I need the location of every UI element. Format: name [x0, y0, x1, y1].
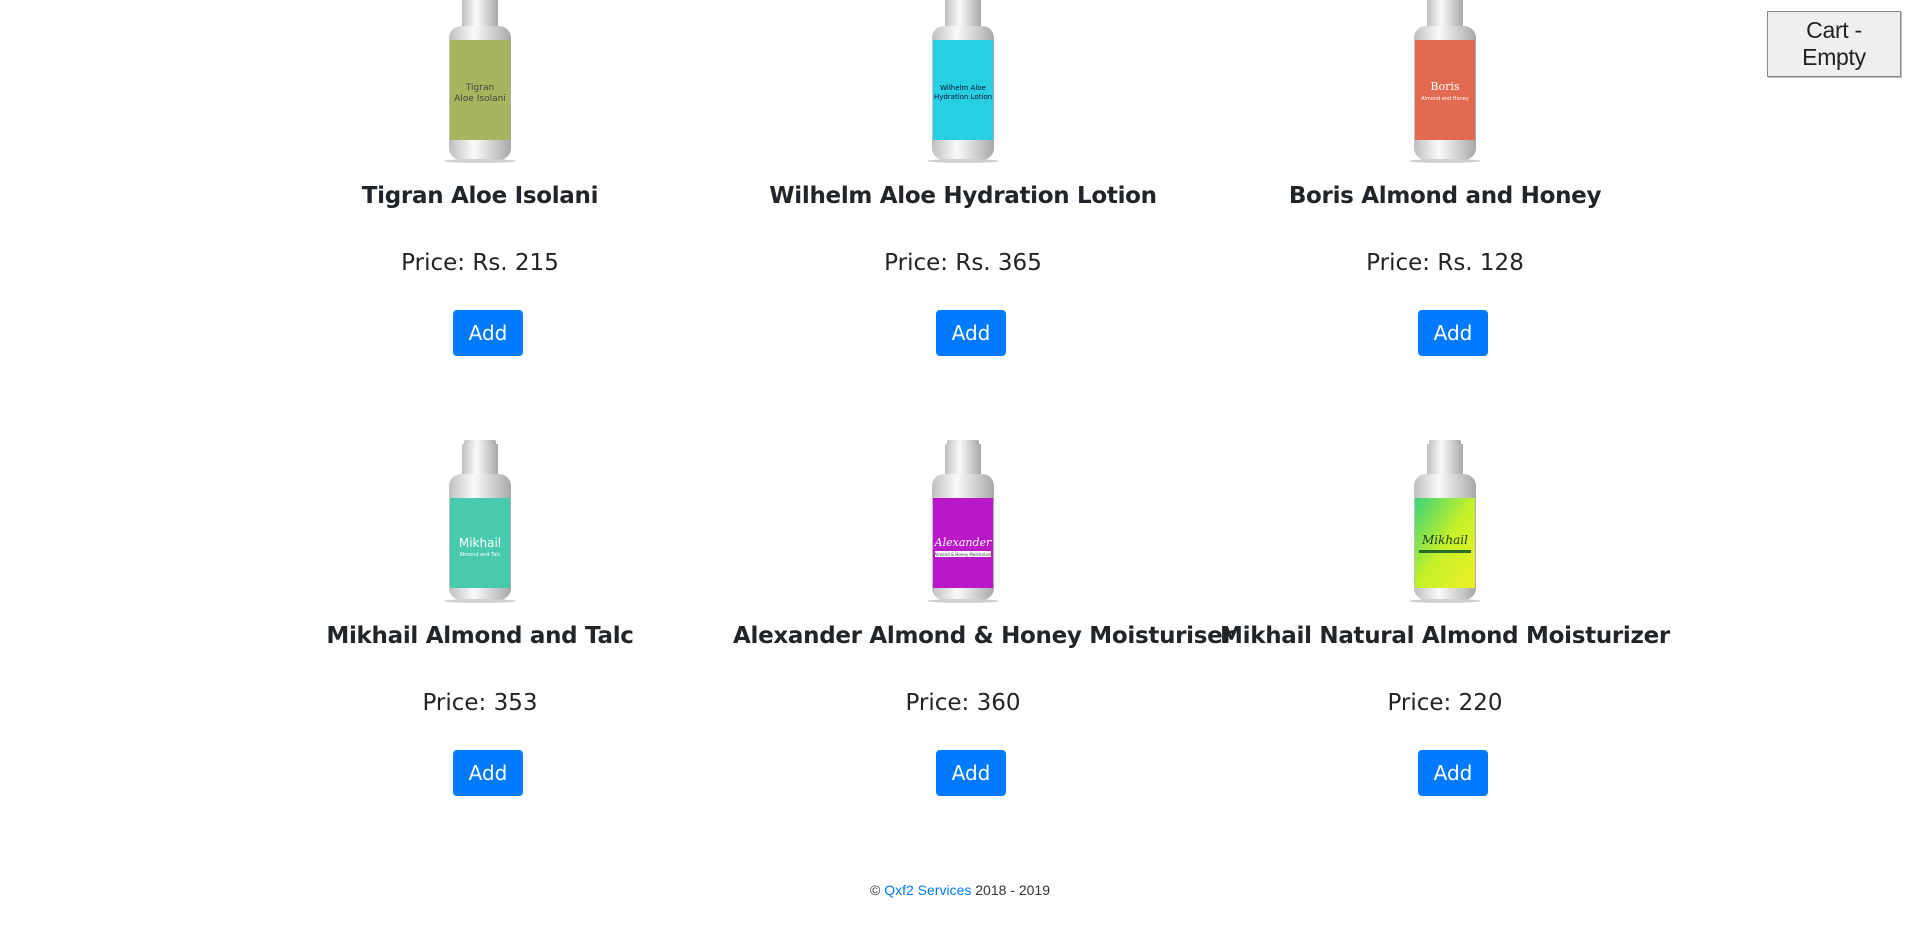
product-name: Wilhelm Aloe Hydration Lotion: [769, 183, 1157, 209]
product-name: Mikhail Almond and Talc: [326, 623, 634, 649]
product-image[interactable]: Boris Almond and Honey: [1405, 0, 1485, 164]
svg-text:Mikhail: Mikhail: [1421, 533, 1468, 547]
company-link[interactable]: Qxf2 Services: [884, 882, 971, 898]
footer: © Qxf2 Services 2018 - 2019: [0, 882, 1920, 898]
svg-text:Almond & Honey Moisturiser: Almond & Honey Moisturiser: [934, 552, 992, 557]
copyright-years: 2018 - 2019: [975, 882, 1050, 898]
svg-text:Almond and Talc: Almond and Talc: [459, 552, 500, 558]
product-image[interactable]: Tigran Aloe Isolani: [440, 0, 520, 164]
add-button[interactable]: Add: [1418, 310, 1488, 356]
svg-text:Almond and Honey: Almond and Honey: [1421, 96, 1469, 102]
product-grid: Tigran Aloe Isolani Tigran Aloe Isolani …: [0, 0, 1920, 850]
add-button[interactable]: Add: [453, 750, 523, 796]
product-image[interactable]: Alexander Almond & Honey Moisturiser: [923, 440, 1003, 604]
product-price: Price: Rs. 128: [1366, 250, 1524, 276]
product-price: Price: Rs. 365: [884, 250, 1042, 276]
product-image[interactable]: Mikhail Almond and Talc: [440, 440, 520, 604]
svg-text:Alexander: Alexander: [934, 536, 992, 549]
product-name: Tigran Aloe Isolani: [361, 183, 599, 209]
copyright-symbol: ©: [870, 882, 881, 898]
product-image[interactable]: Wilhelm Aloe Hydration Lotion: [923, 0, 1003, 164]
add-button[interactable]: Add: [936, 750, 1006, 796]
svg-text:Wilhelm Aloe: Wilhelm Aloe: [940, 84, 986, 92]
product-image[interactable]: Mikhail: [1405, 440, 1485, 604]
add-button[interactable]: Add: [453, 310, 523, 356]
product-price: Price: 360: [905, 690, 1021, 716]
svg-text:Tigran: Tigran: [465, 83, 494, 93]
svg-text:Mikhail: Mikhail: [459, 536, 501, 550]
product-name: Alexander Almond & Honey Moisturiser: [733, 623, 1234, 649]
add-button[interactable]: Add: [1418, 750, 1488, 796]
add-button[interactable]: Add: [936, 310, 1006, 356]
svg-text:Aloe Isolani: Aloe Isolani: [454, 94, 506, 104]
product-name: Mikhail Natural Almond Moisturizer: [1220, 623, 1670, 649]
product-price: Price: Rs. 215: [401, 250, 559, 276]
product-price: Price: 220: [1387, 690, 1503, 716]
product-price: Price: 353: [422, 690, 538, 716]
svg-text:Hydration Lotion: Hydration Lotion: [934, 93, 992, 101]
svg-text:Boris: Boris: [1430, 80, 1459, 93]
product-name: Boris Almond and Honey: [1288, 183, 1602, 209]
